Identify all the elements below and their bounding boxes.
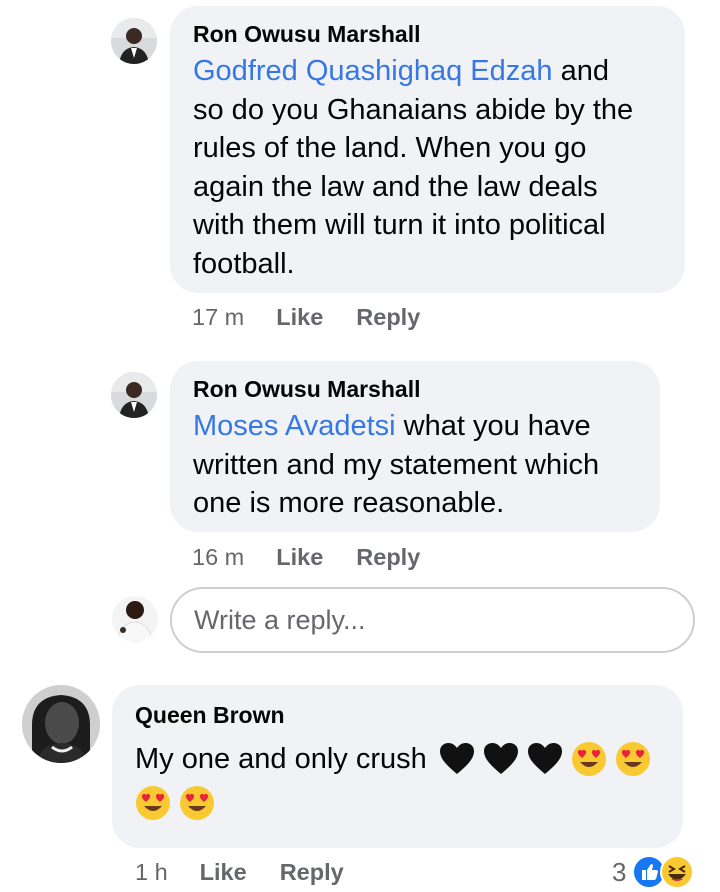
comment-time[interactable]: 17 m (192, 304, 244, 331)
person-avatar-icon (111, 18, 157, 64)
comment-time[interactable]: 1 h (135, 859, 168, 886)
avatar[interactable] (111, 18, 157, 64)
haha-reaction-icon (660, 855, 695, 889)
avatar[interactable] (22, 685, 100, 763)
comment-line: with them will turn it into political (193, 209, 606, 241)
reaction-summary[interactable]: 3 (612, 852, 695, 892)
comment-text-fragment: what you have (395, 410, 591, 442)
comment-bubble: Ron Owusu Marshall Moses Avadetsi what y… (170, 361, 660, 532)
reply-button[interactable]: Reply (356, 544, 420, 571)
comment-line: written and my statement which (193, 448, 600, 481)
comment-actions: 16 m Like Reply (192, 544, 420, 571)
avatar[interactable] (111, 372, 157, 418)
black-heart-icon (527, 743, 562, 775)
comment-line: rules of the land. When you go (193, 132, 587, 164)
like-button[interactable]: Like (276, 544, 323, 571)
comment-text-fragment: My one and only crush (135, 743, 427, 776)
reaction-count: 3 (612, 856, 627, 887)
comment-author[interactable]: Queen Brown (135, 701, 663, 729)
reply-button[interactable]: Reply (356, 304, 420, 331)
person-avatar-icon (22, 685, 100, 763)
like-button[interactable]: Like (276, 304, 323, 331)
reply-button[interactable]: Reply (280, 859, 344, 886)
reply-input[interactable]: Write a reply... (170, 587, 695, 653)
comment-text: Moses Avadetsi what you have written and… (193, 407, 640, 523)
comment-line: one is more reasonable. (193, 487, 505, 519)
mention-link[interactable]: Moses Avadetsi (193, 410, 396, 442)
comment-actions: 1 h Like Reply (135, 859, 344, 886)
reply-input-placeholder: Write a reply... (194, 604, 366, 635)
comment-text: My one and only crush (135, 739, 663, 821)
black-heart-icon (483, 743, 518, 775)
comment-line: again the law and the law deals (193, 170, 598, 203)
heart-eyes-emoji-icon (136, 785, 170, 820)
comment-actions: 17 m Like Reply (192, 304, 420, 331)
heart-eyes-emoji-icon (572, 742, 607, 777)
current-user-avatar (112, 596, 158, 642)
comment-line: football. (193, 247, 295, 280)
person-avatar-icon (112, 596, 158, 642)
comment-author[interactable]: Ron Owusu Marshall (193, 20, 665, 48)
mention-link[interactable]: Godfred Quashighaq Edzah (193, 55, 553, 87)
heart-eyes-emoji-icon (180, 785, 215, 820)
comment-author[interactable]: Ron Owusu Marshall (193, 375, 640, 403)
black-heart-icon (439, 743, 474, 775)
person-avatar-icon (111, 372, 157, 418)
comment-bubble: Ron Owusu Marshall Godfred Quashighaq Ed… (170, 6, 685, 293)
comment-text: Godfred Quashighaq Edzah and so do you G… (193, 52, 665, 283)
like-button[interactable]: Like (200, 859, 247, 886)
heart-eyes-emoji-icon (616, 742, 651, 777)
comment-text-fragment: and (552, 55, 609, 87)
comment-time[interactable]: 16 m (192, 544, 244, 571)
comment-bubble: Queen Brown My one and only crush (112, 685, 683, 848)
emoji-line (135, 783, 663, 822)
comment-line: so do you Ghanaians abide by the (193, 93, 634, 126)
